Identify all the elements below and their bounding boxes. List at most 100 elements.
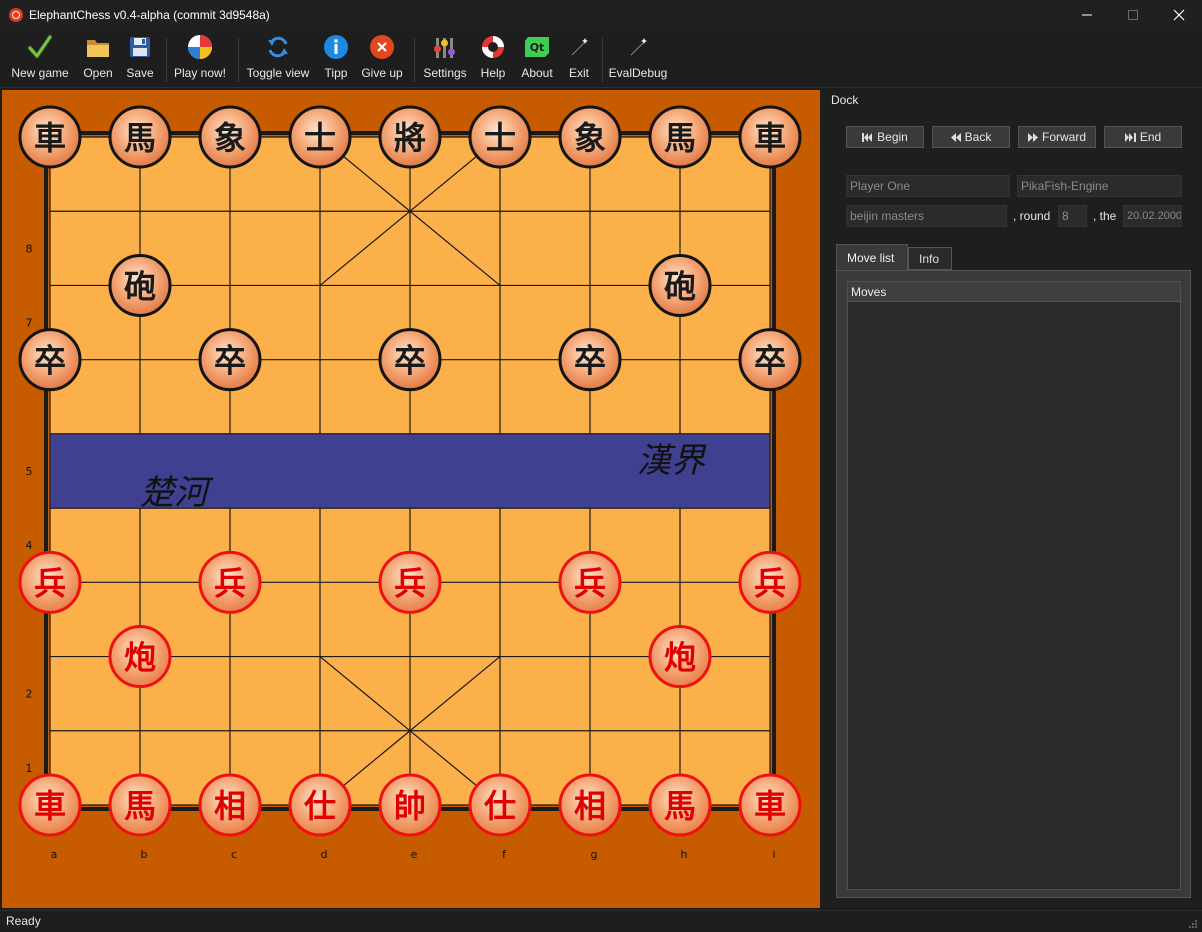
piece-label: 馬	[664, 787, 696, 825]
exit-button[interactable]: Exit	[564, 30, 594, 88]
black-piece[interactable]: 砲	[648, 253, 712, 317]
red-piece[interactable]: 相	[558, 773, 622, 837]
black-piece[interactable]: 卒	[378, 328, 442, 392]
about-button[interactable]: Qt About	[516, 30, 558, 88]
piece-label: 將	[394, 119, 426, 157]
black-piece[interactable]: 卒	[198, 328, 262, 392]
toolbar-separator	[414, 38, 415, 82]
black-piece[interactable]: 卒	[18, 328, 82, 392]
piece-label: 炮	[124, 639, 156, 677]
red-piece[interactable]: 兵	[738, 550, 802, 614]
refresh-icon	[268, 36, 288, 58]
red-piece[interactable]: 帥	[378, 773, 442, 837]
red-piece[interactable]: 相	[198, 773, 262, 837]
save-button[interactable]: Save	[122, 30, 158, 88]
eval-debug-button[interactable]: EvalDebug	[606, 30, 670, 88]
chess-board[interactable]: 楚河 漢界 875421abcdefghi 車馬象士將士象馬車砲砲卒卒卒卒卒兵兵兵…	[2, 90, 820, 908]
black-piece[interactable]: 卒	[558, 328, 622, 392]
red-piece[interactable]: 兵	[18, 550, 82, 614]
moves-list[interactable]: Moves	[847, 281, 1181, 890]
date-field[interactable]: 20.02.2000	[1123, 205, 1182, 227]
end-label: End	[1139, 130, 1162, 144]
fast-forward-icon	[1027, 132, 1038, 142]
black-piece[interactable]: 士	[468, 105, 532, 169]
file-label: b	[141, 848, 148, 861]
event-field[interactable]: beijin masters	[846, 205, 1007, 227]
tab-move-list[interactable]: Move list	[836, 244, 908, 271]
black-piece[interactable]: 車	[18, 105, 82, 169]
exit-label: Exit	[568, 66, 589, 80]
give-up-button[interactable]: Give up	[358, 30, 406, 88]
wand-icon	[570, 38, 588, 57]
red-piece[interactable]: 車	[738, 773, 802, 837]
black-piece[interactable]: 象	[558, 105, 622, 169]
toggle-view-button[interactable]: Toggle view	[244, 30, 312, 88]
red-piece[interactable]: 仕	[288, 773, 352, 837]
help-button[interactable]: Help	[476, 30, 510, 88]
minimize-button[interactable]	[1064, 0, 1110, 30]
black-piece[interactable]: 馬	[108, 105, 172, 169]
end-button[interactable]: End	[1104, 126, 1182, 148]
black-piece[interactable]: 卒	[738, 328, 802, 392]
wand-icon	[629, 38, 647, 57]
round-field[interactable]: 8	[1058, 205, 1087, 227]
file-label: a	[51, 848, 58, 861]
rank-label: 8	[26, 242, 33, 255]
forward-button[interactable]: Forward	[1018, 126, 1096, 148]
piece-label: 車	[754, 787, 786, 825]
black-piece[interactable]: 車	[738, 105, 802, 169]
red-piece[interactable]: 兵	[558, 550, 622, 614]
black-piece[interactable]: 象	[198, 105, 262, 169]
board-canvas[interactable]: 楚河漢界 875421a b c d e f g h i 車馬象士將士象馬車砲 砲卒卒卒卒卒兵兵兵…	[2, 90, 820, 908]
play-now-label: Play now!	[173, 66, 227, 80]
svg-text:Qt: Qt	[530, 41, 545, 54]
maximize-icon	[1128, 10, 1138, 20]
piece-label: 相	[574, 787, 606, 825]
skip-back-icon	[862, 132, 873, 142]
red-piece[interactable]: 炮	[108, 625, 172, 689]
close-button[interactable]	[1156, 0, 1202, 30]
settings-button[interactable]: Settings	[418, 30, 472, 88]
rank-label: 2	[26, 688, 33, 701]
file-label: e	[411, 848, 418, 861]
piece-label: 帥	[394, 787, 426, 825]
piece-label: 炮	[664, 639, 696, 677]
red-piece[interactable]: 仕	[468, 773, 532, 837]
moves-column-header[interactable]: Moves	[848, 282, 1180, 302]
rank-label: 7	[26, 317, 33, 330]
piece-label: 卒	[754, 342, 786, 380]
red-piece[interactable]: 炮	[648, 625, 712, 689]
black-piece[interactable]: 將	[378, 105, 442, 169]
toggle-view-label: Toggle view	[246, 66, 310, 80]
file-label: c	[231, 848, 237, 861]
round-label: , round	[1013, 209, 1051, 223]
red-piece[interactable]: 車	[18, 773, 82, 837]
red-piece[interactable]: 兵	[198, 550, 262, 614]
begin-button[interactable]: Begin	[846, 126, 924, 148]
open-button[interactable]: Open	[80, 30, 116, 88]
black-piece[interactable]: 馬	[648, 105, 712, 169]
piece-label: 相	[214, 787, 246, 825]
piece-label: 兵	[754, 564, 786, 602]
help-label: Help	[480, 66, 506, 80]
river-label-right: 漢界	[637, 441, 707, 481]
black-piece[interactable]: 士	[288, 105, 352, 169]
file-label: h	[681, 848, 688, 861]
red-piece[interactable]: 馬	[108, 773, 172, 837]
tipp-button[interactable]: Tipp	[318, 30, 354, 88]
resize-grip-icon[interactable]	[1188, 919, 1198, 929]
piece-label: 象	[214, 119, 246, 157]
piece-label: 卒	[394, 342, 426, 380]
player-two-field[interactable]: PikaFish-Engine	[1017, 175, 1182, 197]
player-one-field[interactable]: Player One	[846, 175, 1010, 197]
eval-debug-label: EvalDebug	[608, 66, 668, 80]
new-game-button[interactable]: New game	[8, 30, 72, 88]
red-piece[interactable]: 兵	[378, 550, 442, 614]
back-button[interactable]: Back	[932, 126, 1010, 148]
red-piece[interactable]: 馬	[648, 773, 712, 837]
maximize-button[interactable]	[1110, 0, 1156, 30]
piece-label: 馬	[664, 119, 696, 157]
play-now-button[interactable]: Play now!	[170, 30, 230, 88]
black-piece[interactable]: 砲	[108, 253, 172, 317]
tab-info[interactable]: Info	[908, 247, 952, 270]
